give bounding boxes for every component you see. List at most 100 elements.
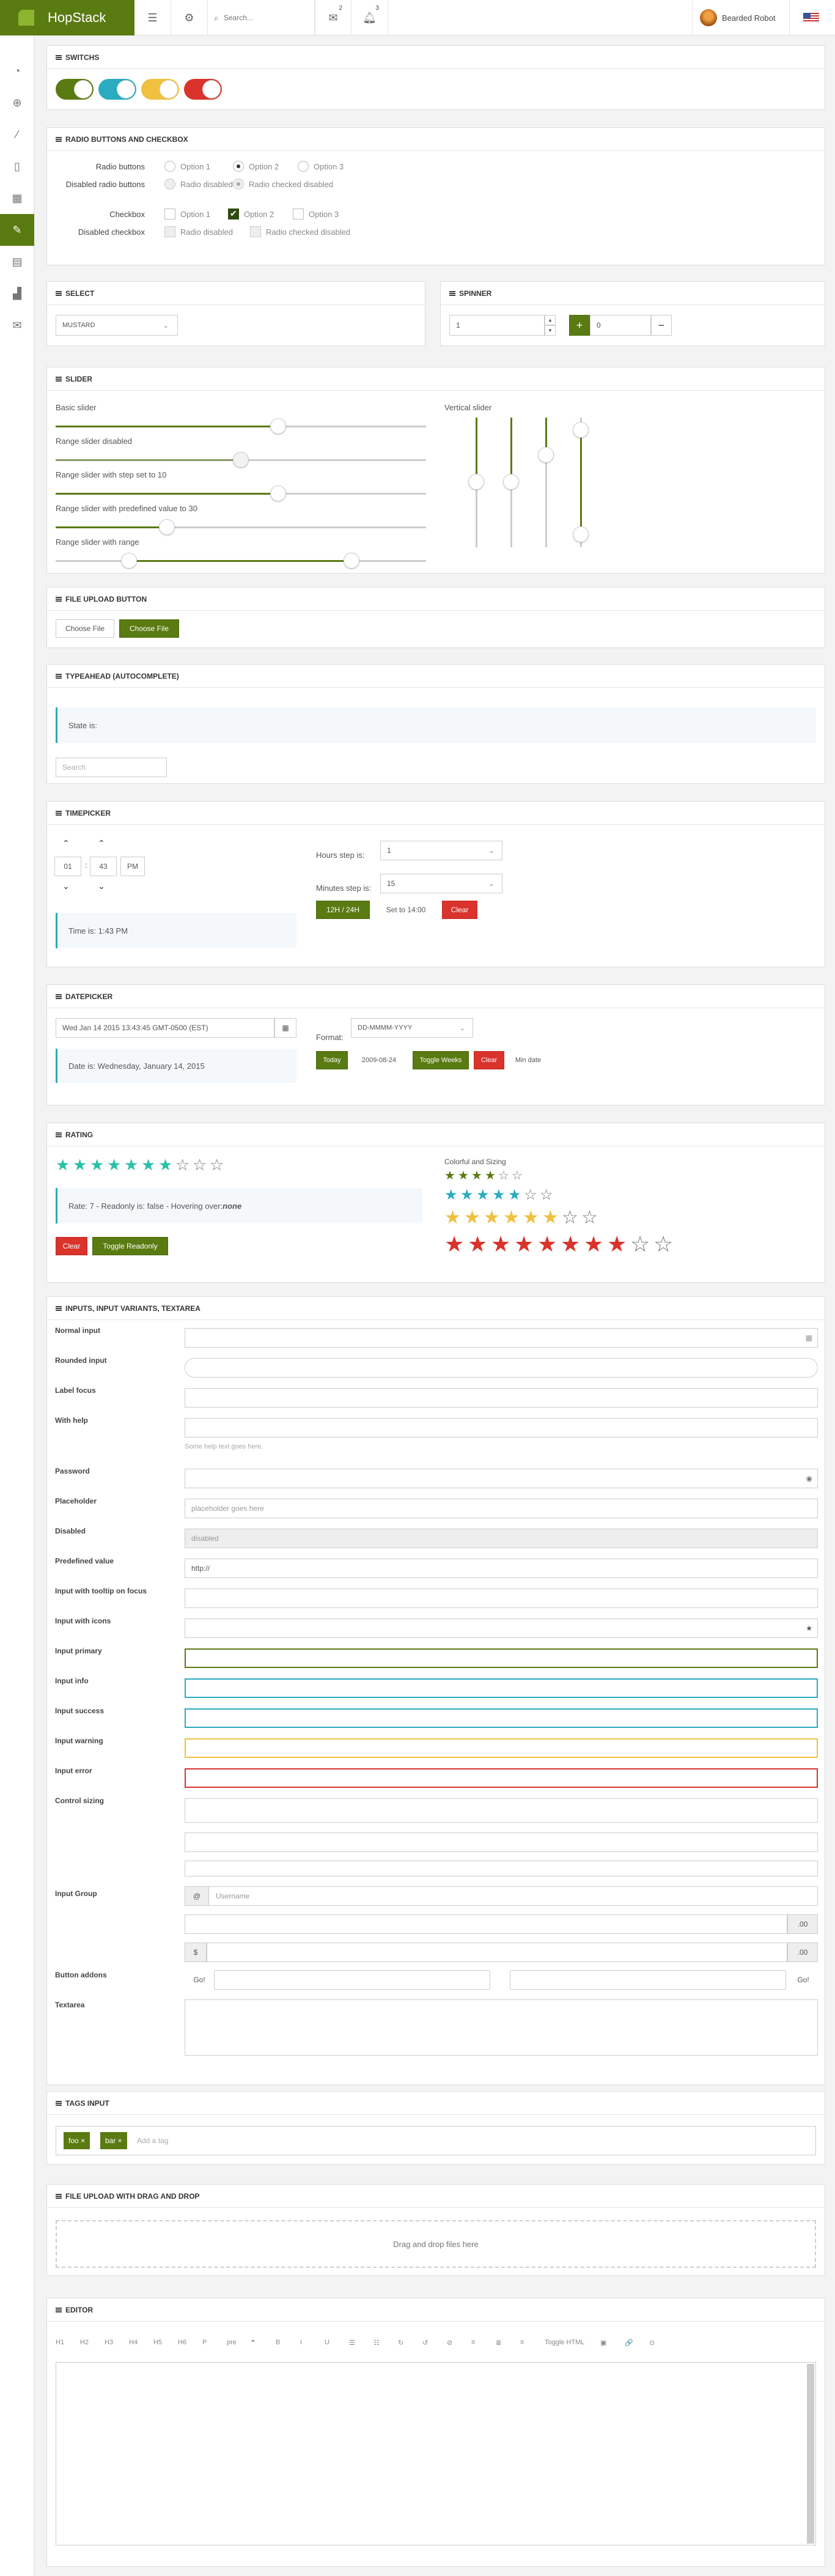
vertical-thumb[interactable] — [468, 474, 484, 490]
star-filled-icon[interactable]: ★ — [476, 1188, 490, 1203]
sidebar-item-pages[interactable]: ▯ — [0, 150, 34, 182]
spinner-down-button[interactable]: ▼ — [545, 325, 556, 336]
star-filled-icon[interactable]: ★ — [444, 1188, 458, 1203]
toggle-weeks-button[interactable]: Toggle Weeks — [413, 1051, 469, 1069]
star-filled-icon[interactable]: ★ — [607, 1233, 627, 1255]
editor-tool-button[interactable]: ▣ — [600, 2339, 606, 2347]
editor-tool-button[interactable]: P — [202, 2339, 207, 2346]
editor-tool-button[interactable]: H2 — [80, 2339, 89, 2346]
large-input[interactable] — [185, 1798, 818, 1823]
star-empty-icon[interactable]: ☆ — [630, 1233, 650, 1255]
minutes-down-icon[interactable]: ⌄ — [98, 881, 105, 891]
radio-option-1[interactable] — [164, 161, 175, 172]
star-empty-icon[interactable]: ☆ — [653, 1233, 673, 1255]
editor-tool-button[interactable]: H3 — [105, 2339, 113, 2346]
small-input[interactable] — [185, 1861, 818, 1877]
user-menu[interactable]: Bearded Robot — [692, 0, 790, 35]
editor-tool-button[interactable]: H6 — [178, 2339, 186, 2346]
editor-tool-button[interactable]: ≣ — [496, 2339, 501, 2347]
predefined-input[interactable]: http:// — [185, 1559, 818, 1578]
calendar-button[interactable]: ▦ — [274, 1018, 296, 1038]
editor-tool-button[interactable]: ≡ — [520, 2339, 524, 2346]
set-time-button[interactable]: Set to 14:00 — [377, 901, 435, 919]
minutes-input[interactable]: 43 — [90, 857, 117, 876]
editor-tool-button[interactable]: ↻ — [398, 2339, 403, 2347]
mail-button[interactable]: ✉ 2 — [315, 0, 351, 35]
price-input[interactable] — [207, 1943, 787, 1962]
star-filled-icon[interactable]: ★ — [508, 1188, 521, 1203]
sidebar-item-tools[interactable]: ⁄ — [0, 119, 34, 150]
star-empty-icon[interactable]: ☆ — [512, 1170, 523, 1182]
sidebar-item-mail[interactable]: ✉ — [0, 309, 34, 341]
notifications-button[interactable]: 🔔︎ 3 — [351, 0, 388, 35]
success-input[interactable] — [185, 1708, 818, 1728]
search-input[interactable] — [223, 13, 303, 22]
editor-tool-button[interactable]: ☰ — [349, 2339, 355, 2347]
editor-tool-button[interactable]: ⊘ — [447, 2339, 452, 2347]
editor-tool-button[interactable]: U — [325, 2339, 329, 2346]
minutes-step-select[interactable]: 15 ⌄ — [380, 874, 502, 893]
set-date-button[interactable]: 2009-08-24 — [353, 1051, 405, 1069]
hours-step-select[interactable]: 1 ⌄ — [380, 841, 502, 860]
sidebar-item-charts[interactable]: ▟ — [0, 278, 34, 309]
star-filled-icon[interactable]: ★ — [561, 1233, 580, 1255]
star-filled-icon[interactable]: ★ — [484, 1209, 500, 1227]
star-filled-icon[interactable]: ★ — [90, 1156, 104, 1173]
sidebar-item-ui[interactable]: ⊕ — [0, 87, 34, 119]
switch-danger[interactable] — [184, 79, 222, 100]
password-input[interactable]: ◉ — [185, 1469, 818, 1488]
username-input[interactable]: Username — [185, 1886, 818, 1906]
choose-file-green-button[interactable]: Choose File — [119, 619, 179, 638]
switch-warning[interactable] — [141, 79, 179, 100]
editor-tool-button[interactable]: I — [300, 2339, 302, 2346]
spinner-up-button[interactable]: ▲ — [545, 315, 556, 325]
editor-tool-button[interactable]: H1 — [56, 2339, 64, 2346]
star-filled-icon[interactable]: ★ — [471, 1170, 482, 1182]
slider-thumb[interactable] — [270, 418, 286, 434]
meridian-button[interactable]: PM — [120, 857, 145, 876]
star-filled-icon[interactable]: ★ — [491, 1233, 510, 1255]
spinner-input[interactable]: 1 — [449, 315, 545, 336]
icon-input[interactable]: ★ — [185, 1618, 818, 1638]
sidebar-item-dashboard[interactable]: ◔ — [0, 55, 34, 87]
vertical-thumb[interactable] — [503, 474, 519, 490]
vertical-thumb-min[interactable] — [573, 526, 589, 542]
slider-thumb-min[interactable] — [121, 553, 137, 569]
tag-bar[interactable]: bar × — [100, 2132, 127, 2149]
warning-input[interactable] — [185, 1738, 818, 1758]
editor-tool-button[interactable]: ❞ — [251, 2339, 255, 2347]
star-filled-icon[interactable]: ★ — [542, 1209, 559, 1227]
search-box[interactable]: ⌕ — [208, 0, 315, 35]
star-empty-icon[interactable]: ☆ — [193, 1156, 207, 1173]
sidebar-item-calendar[interactable]: ▤ — [0, 246, 34, 278]
clear-date-button[interactable]: Clear — [474, 1051, 504, 1069]
star-filled-icon[interactable]: ★ — [485, 1170, 496, 1182]
editor-tool-button[interactable]: pre — [227, 2339, 237, 2346]
clear-rating-button[interactable]: Clear — [56, 1237, 87, 1255]
star-empty-icon[interactable]: ☆ — [175, 1156, 189, 1173]
rounded-input[interactable] — [185, 1358, 818, 1378]
star-empty-icon[interactable]: ☆ — [524, 1188, 537, 1203]
star-filled-icon[interactable]: ★ — [503, 1209, 520, 1227]
checkbox-option-3[interactable] — [293, 209, 304, 220]
date-input[interactable]: Wed Jan 14 2015 13:43:45 GMT-0500 (EST) — [56, 1018, 274, 1038]
star-filled-icon[interactable]: ★ — [73, 1156, 87, 1173]
radio-option-3[interactable] — [298, 161, 309, 172]
tag-foo[interactable]: foo × — [64, 2132, 90, 2149]
decrement-button[interactable]: − — [651, 315, 672, 336]
format-select[interactable]: DD-MMMM-YYYY ⌄ — [351, 1018, 473, 1038]
choose-file-button[interactable]: Choose File — [56, 619, 114, 638]
eye-icon[interactable]: ◉ — [806, 1474, 812, 1483]
clear-time-button[interactable]: Clear — [442, 901, 477, 919]
primary-input[interactable] — [185, 1648, 818, 1668]
editor-tool-button[interactable]: H5 — [153, 2339, 162, 2346]
checkbox-option-1[interactable] — [164, 209, 175, 220]
vertical-thumb-max[interactable] — [573, 422, 589, 438]
star-filled-icon[interactable]: ★ — [460, 1188, 474, 1203]
editor-content[interactable] — [56, 2362, 816, 2545]
star-empty-icon[interactable]: ☆ — [540, 1188, 553, 1203]
normal-input[interactable]: ▦ — [185, 1328, 818, 1348]
label-focus-input[interactable] — [185, 1388, 818, 1408]
star-filled-icon[interactable]: ★ — [444, 1209, 461, 1227]
go-button-right[interactable]: Go! — [789, 1970, 818, 1990]
